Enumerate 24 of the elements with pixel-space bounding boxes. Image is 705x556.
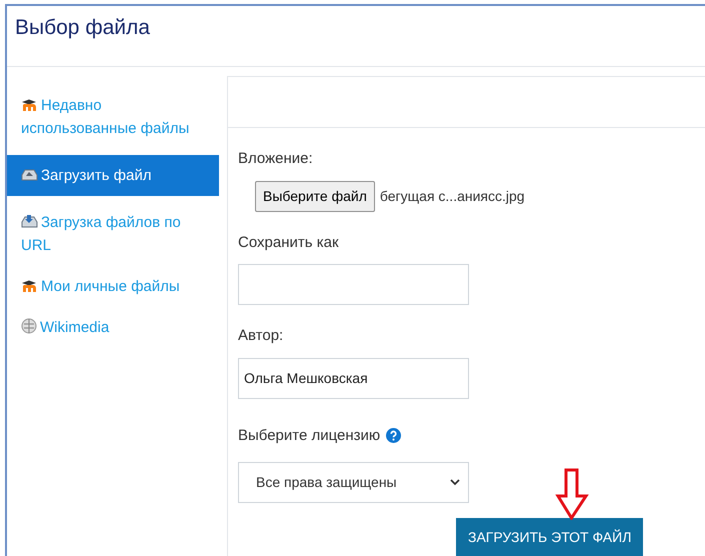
chevron-down-icon [450, 479, 460, 486]
sidebar-item[interactable]: Загрузить файл [7, 155, 219, 196]
sidebar-item[interactable]: Загрузка файлов по URL [7, 205, 219, 263]
field-label: Сохранить как [238, 232, 339, 252]
download-tray-icon [21, 214, 38, 228]
author-field[interactable]: Ольга Мешковская [238, 358, 469, 398]
arrow-annotation [555, 468, 589, 520]
globe-icon [21, 318, 37, 334]
inbox-icon [21, 167, 38, 181]
graduation-cap-icon [21, 280, 38, 292]
sidebar-item[interactable]: Wikimedia [7, 310, 219, 345]
help-icon[interactable] [386, 428, 402, 444]
field-label: Вложение: [238, 149, 313, 169]
graduation-cap-icon [21, 99, 38, 111]
save-as-field[interactable] [238, 264, 469, 305]
dialog-title: Выбор файла [15, 15, 150, 41]
sidebar-item[interactable]: Мои личные файлы [7, 269, 219, 304]
field-label: Выберите лицензию [238, 426, 380, 446]
upload-button[interactable]: ЗАГРУЗИТЬ ЭТОТ ФАЙЛ [456, 518, 644, 556]
choose-file-button[interactable]: Выберите файл [255, 180, 375, 212]
sidebar-item[interactable]: Недавно использованные файлы [7, 88, 219, 146]
license-dropdown[interactable]: Все права защищены [238, 462, 469, 503]
field-label: Автор: [238, 326, 284, 346]
file-name: бегущая с...аниясc.jpg [380, 186, 525, 206]
